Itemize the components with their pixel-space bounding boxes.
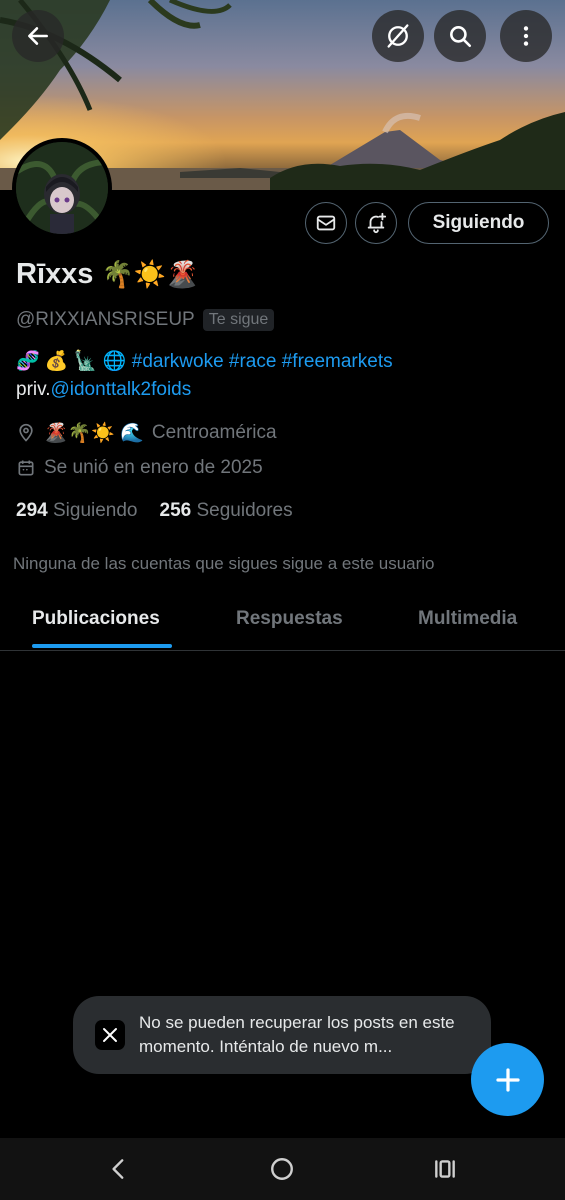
profile-name: Rīxxs 🌴☀️🌋 [16,258,199,291]
follows-you-badge: Te sigue [202,309,275,331]
profile-handle: @RIXXIANSRISEUP [16,309,195,330]
tab-publicaciones[interactable]: Publicaciones [32,608,160,630]
followers-label: Seguidores [196,500,293,521]
nav-back-icon[interactable] [106,1156,132,1182]
active-tab-indicator [32,644,172,648]
handle-row: @RIXXIANSRISEUP Te sigue [16,309,275,331]
calendar-icon [18,460,34,476]
grok-icon [387,24,409,48]
nav-recents-icon[interactable] [432,1156,458,1182]
following-label: Siguiendo [52,500,138,521]
tab-multimedia[interactable]: Multimedia [418,608,517,630]
tab-respuestas[interactable]: Respuestas [236,608,343,630]
error-toast: No se pueden recuperar los posts en este… [73,996,491,1074]
avatar[interactable] [12,138,112,238]
bio-priv-prefix: priv. [16,379,51,400]
display-name: Rīxxs [16,258,94,290]
mutual-followers-text: Ninguna de las cuentas que sigues sigue … [13,554,435,573]
location-pin-icon [19,423,33,442]
compose-button[interactable] [471,1043,544,1116]
joined-row: Se unió en enero de 2025 [16,457,263,479]
arrow-left-icon [28,27,48,45]
nav-home-icon[interactable] [269,1156,295,1182]
location-row: 🌋🌴☀️ 🌊 Centroamérica [16,421,277,445]
back-button[interactable] [12,10,64,62]
display-name-emoji: 🌴☀️🌋 [101,259,199,289]
grok-button[interactable] [372,10,424,62]
followers-stat[interactable]: 256 Seguidores [160,500,293,522]
bio-mention-link[interactable]: @idonttalk2foids [50,379,191,400]
bell-plus-icon [367,212,387,234]
profile-bio: 🧬 💰 🗽 🌐 #darkwoke #race #freemarkets pri… [16,348,393,404]
bio-emoji: 🧬 💰 🗽 🌐 [16,351,127,372]
system-navigation-bar [0,1138,565,1200]
location-emoji: 🌋🌴☀️ 🌊 [44,423,144,444]
envelope-icon [316,215,336,231]
avatar-image [16,142,108,234]
toast-message: No se pueden recuperar los posts en este… [139,1013,455,1056]
more-options-button[interactable] [500,10,552,62]
search-button[interactable] [434,10,486,62]
location-text: Centroamérica [151,422,277,443]
plus-icon [495,1067,520,1092]
notifications-button[interactable] [355,202,397,244]
following-count: 294 [16,500,48,521]
search-icon [450,26,472,48]
message-button[interactable] [305,202,347,244]
bio-hashtags[interactable]: #darkwoke #race #freemarkets [132,351,393,372]
following-stat[interactable]: 294 Siguiendo [16,500,138,522]
follow-stats: 294 Siguiendo 256 Seguidores [16,500,293,522]
joined-date: Se unió en enero de 2025 [44,457,263,478]
x-logo-icon [95,1020,125,1050]
more-vertical-icon [523,26,529,46]
followers-count: 256 [159,500,192,521]
following-button[interactable]: Siguiendo [408,202,549,244]
